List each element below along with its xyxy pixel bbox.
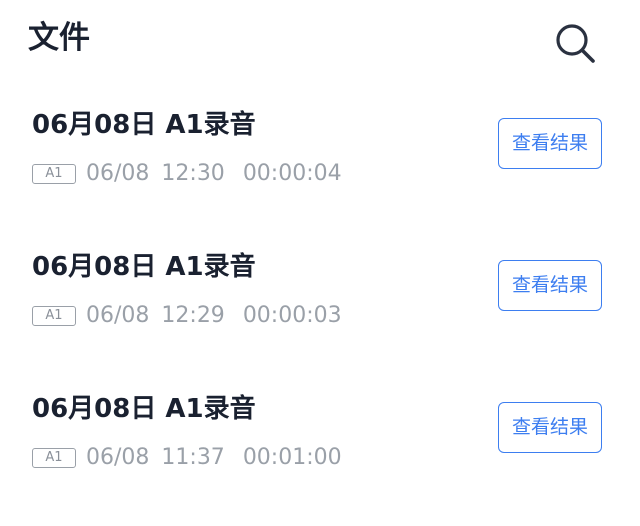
search-button[interactable]	[552, 20, 598, 66]
file-list: 06月08日 A1录音 A1 06/08 12:30 00:00:04 查看结果…	[0, 100, 640, 526]
file-duration: 00:00:03	[242, 303, 342, 328]
list-item[interactable]: 06月08日 A1录音 A1 06/08 11:37 00:01:00 查看结果	[0, 384, 640, 526]
file-meta: A1 06/08 11:37 00:01:00	[32, 442, 342, 474]
file-time: 12:30	[161, 161, 225, 186]
list-item[interactable]: 06月08日 A1录音 A1 06/08 12:29 00:00:03 查看结果	[0, 242, 640, 384]
file-date: 06/08	[86, 303, 150, 328]
file-date: 06/08	[86, 445, 150, 470]
file-title: 06月08日 A1录音	[32, 252, 256, 282]
page-title: 文件	[28, 20, 90, 56]
view-result-button[interactable]: 查看结果	[498, 402, 602, 453]
device-badge: A1	[32, 164, 76, 184]
file-date: 06/08	[86, 161, 150, 186]
view-result-button[interactable]: 查看结果	[498, 118, 602, 169]
view-result-button[interactable]: 查看结果	[498, 260, 602, 311]
device-badge: A1	[32, 448, 76, 468]
list-item[interactable]: 06月08日 A1录音 A1 06/08 12:30 00:00:04 查看结果	[0, 100, 640, 242]
app-header: 文件	[0, 0, 640, 80]
file-time: 12:29	[161, 303, 225, 328]
file-meta: A1 06/08 12:29 00:00:03	[32, 300, 342, 332]
device-badge: A1	[32, 306, 76, 326]
file-duration: 00:00:04	[242, 161, 342, 186]
file-title: 06月08日 A1录音	[32, 110, 256, 140]
file-time: 11:37	[161, 445, 225, 470]
file-title: 06月08日 A1录音	[32, 394, 256, 424]
file-meta: A1 06/08 12:30 00:00:04	[32, 158, 342, 190]
file-duration: 00:01:00	[242, 445, 342, 470]
search-icon	[556, 24, 595, 63]
